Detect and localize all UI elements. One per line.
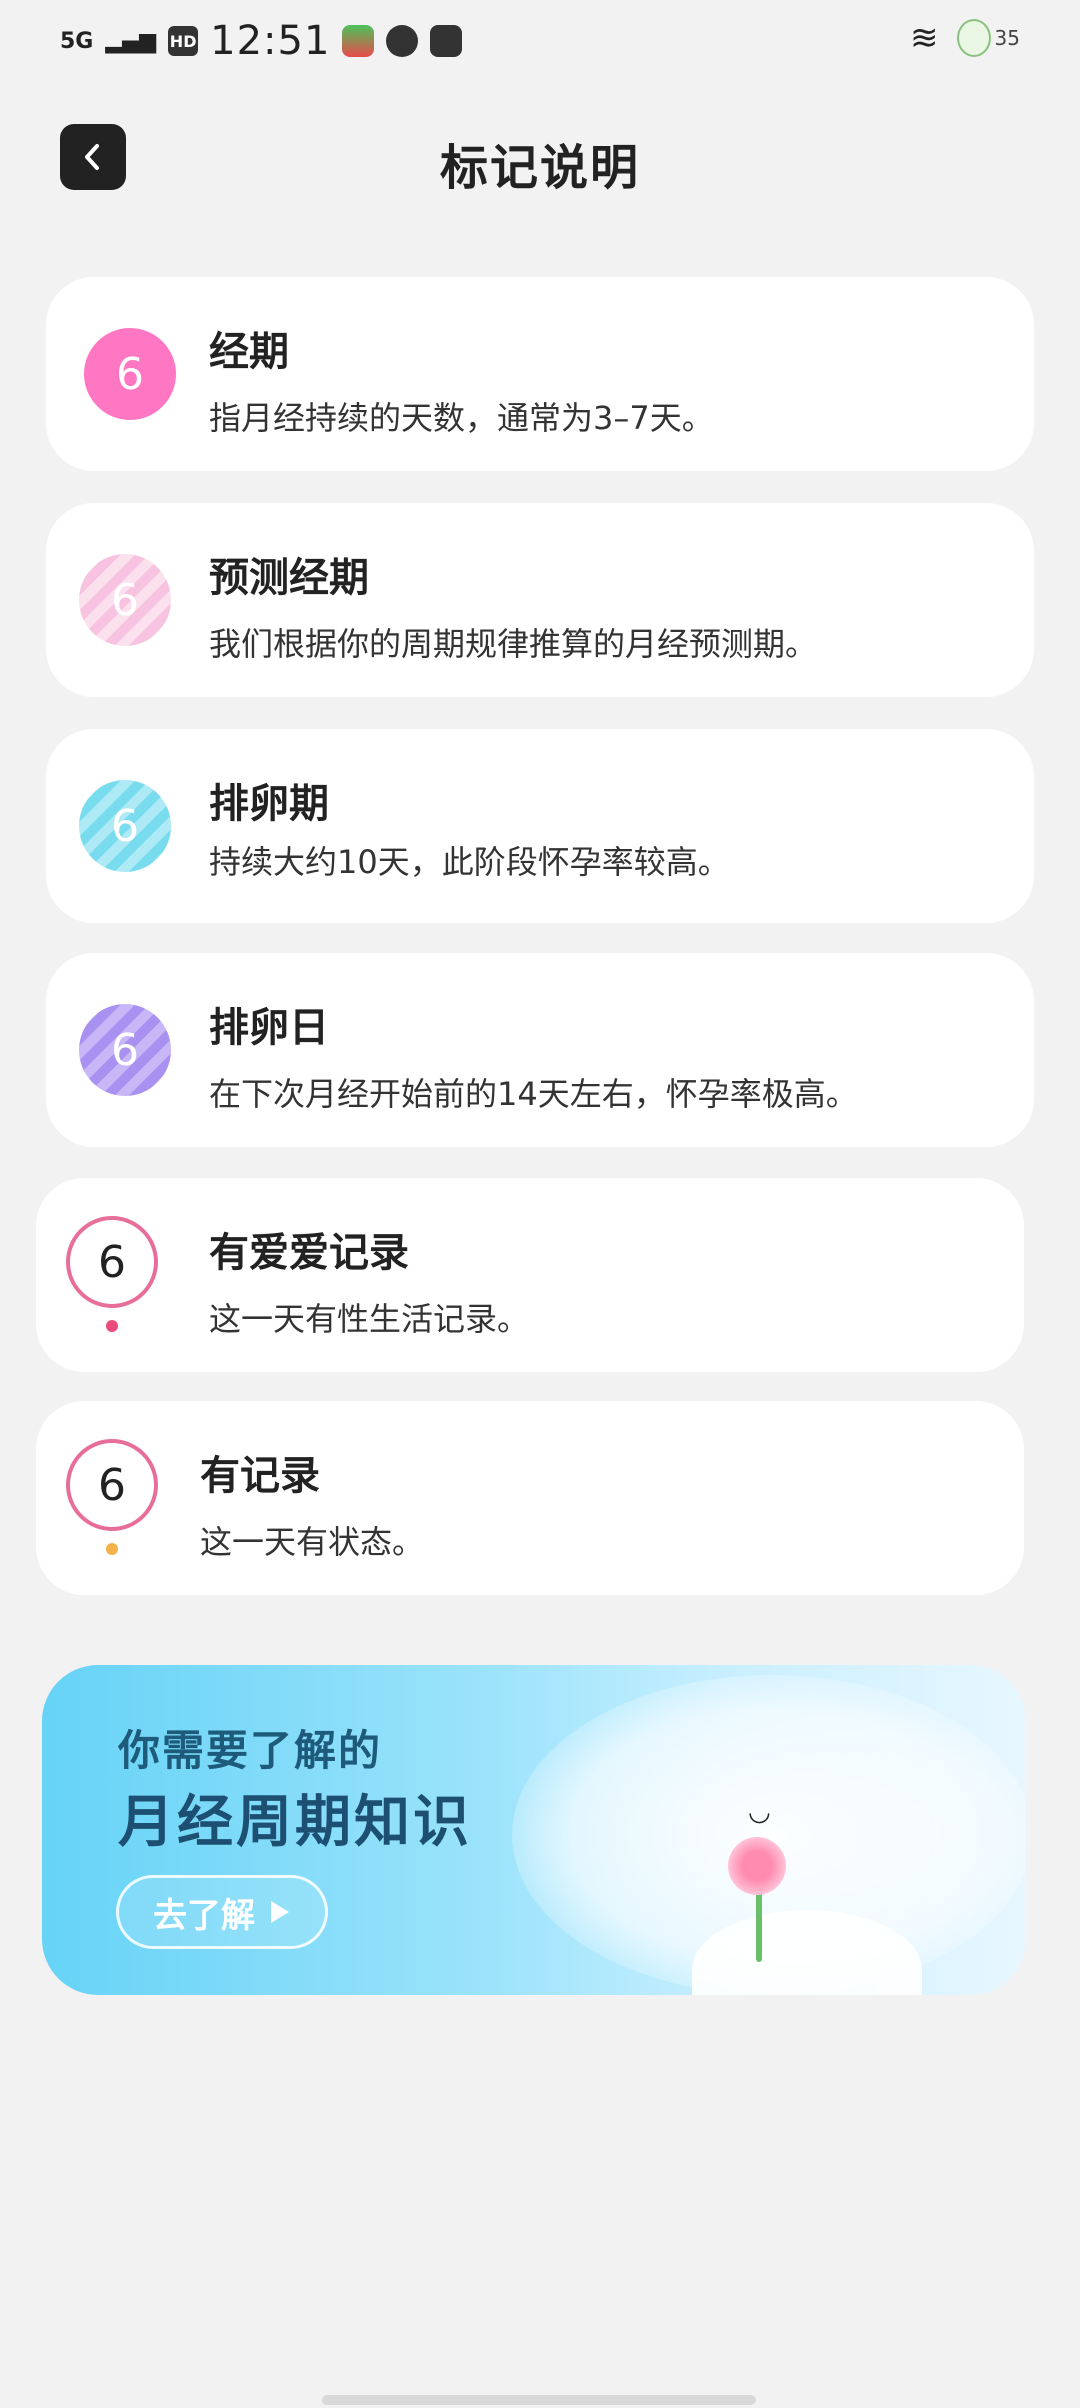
wifi-icon: ≋ <box>910 18 939 58</box>
predicted-period-marker: 6 <box>79 554 171 646</box>
bag-icon <box>430 25 463 57</box>
ovulation-day-marker: 6 <box>79 1004 171 1096</box>
legend-desc: 这一天有性生活记录。 <box>209 1300 530 1338</box>
clock: 12:51 <box>210 18 331 64</box>
header: 标记说明 <box>0 120 1080 196</box>
flower-stem-illustration <box>756 1890 762 1962</box>
cycle-knowledge-banner[interactable]: ◡ 你需要了解的 月经周期知识 去了解 <box>42 1665 1026 1995</box>
status-bar: 5G ▂▄▆ HD 12:51 ≋ 35 <box>0 0 1080 80</box>
legend-card-record: 6 有记录 这一天有状态。 <box>36 1401 1024 1595</box>
legend-label: 有记录 <box>200 1453 320 1499</box>
battery-level: 35 <box>994 26 1020 50</box>
legend-card-predicted-period: 6 预测经期 我们根据你的周期规律推算的月经预测期。 <box>46 503 1034 697</box>
love-dot <box>106 1320 118 1332</box>
page-title: 标记说明 <box>439 140 640 196</box>
legend-card-ovulation-period: 6 排卵期 持续大约10天，此阶段怀孕率较高。 <box>46 729 1034 923</box>
banner-line2: 月经周期知识 <box>118 1790 472 1855</box>
home-indicator[interactable] <box>322 2395 756 2405</box>
period-marker: 6 <box>84 328 176 420</box>
legend-label: 排卵日 <box>209 1005 329 1051</box>
hd-badge: HD <box>168 26 199 56</box>
app-notification-icon <box>342 25 375 57</box>
legend-card-ovulation-day: 6 排卵日 在下次月经开始前的14天左右，怀孕率极高。 <box>46 953 1034 1147</box>
planet-icon <box>386 25 419 57</box>
record-dot <box>106 1543 118 1555</box>
legend-desc: 持续大约10天，此阶段怀孕率较高。 <box>209 843 730 881</box>
battery-icon: 35 <box>956 19 1020 57</box>
network-indicator: 5G <box>60 28 94 54</box>
legend-desc: 这一天有状态。 <box>200 1523 425 1561</box>
legend-card-period: 6 经期 指月经持续的天数，通常为3–7天。 <box>46 277 1034 471</box>
play-arrow-icon <box>271 1901 289 1923</box>
legend-label: 排卵期 <box>209 781 329 827</box>
legend-card-love-record: 6 有爱爱记录 这一天有性生活记录。 <box>36 1178 1024 1372</box>
signal-icon: ▂▄▆ <box>105 28 157 54</box>
ovulation-period-marker: 6 <box>79 780 171 872</box>
smile-icon: ◡ <box>748 1797 771 1827</box>
love-record-marker: 6 <box>66 1216 158 1308</box>
legend-desc: 指月经持续的天数，通常为3–7天。 <box>209 399 714 437</box>
legend-desc: 我们根据你的周期规律推算的月经预测期。 <box>209 625 818 663</box>
legend-label: 经期 <box>209 329 289 375</box>
legend-label: 有爱爱记录 <box>209 1230 409 1276</box>
flower-icon <box>728 1837 786 1895</box>
banner-line1: 你需要了解的 <box>118 1726 383 1775</box>
legend-label: 预测经期 <box>209 555 369 601</box>
legend-desc: 在下次月经开始前的14天左右，怀孕率极高。 <box>209 1075 858 1113</box>
learn-more-label: 去了解 <box>153 1895 255 1936</box>
record-marker: 6 <box>66 1439 158 1531</box>
learn-more-button[interactable]: 去了解 <box>116 1875 328 1949</box>
